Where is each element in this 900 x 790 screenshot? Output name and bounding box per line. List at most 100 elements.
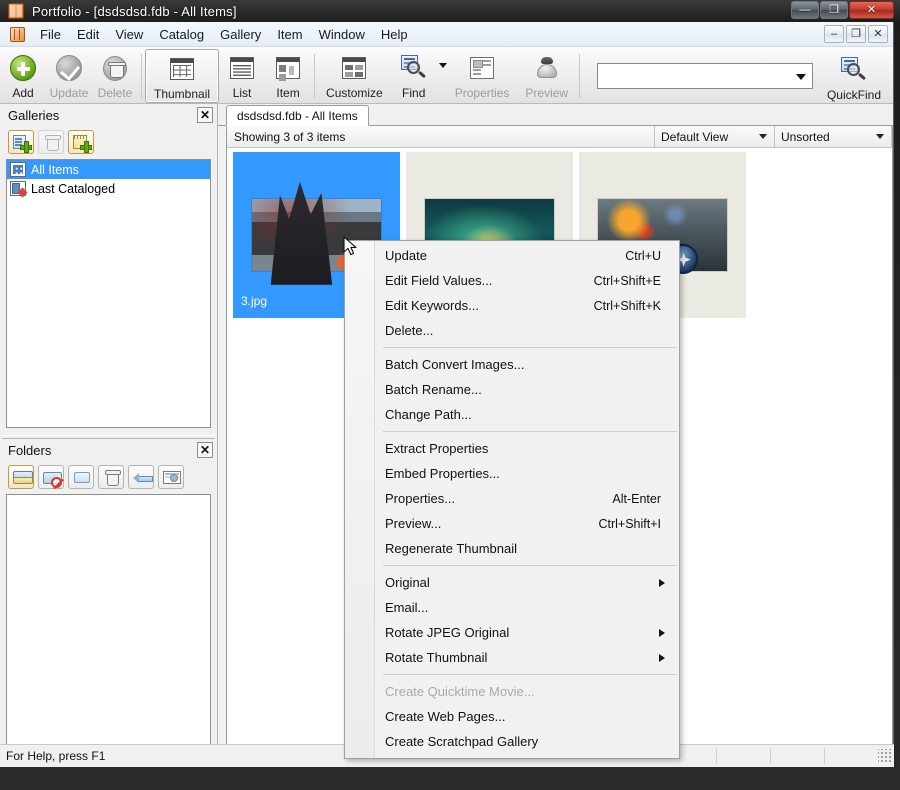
new-gallery-button[interactable]: [8, 130, 34, 154]
toolbar-find-button[interactable]: Find: [391, 49, 437, 103]
folders-panel: Folders ✕: [0, 439, 217, 767]
galleries-panel-close-button[interactable]: ✕: [197, 107, 213, 123]
add-watched-folder-button[interactable]: [8, 465, 34, 489]
context-menu-item-shortcut: Alt-Enter: [612, 491, 661, 506]
context-menu-item[interactable]: Create Scratchpad Gallery: [345, 729, 679, 754]
context-menu-item-label: Batch Rename...: [385, 382, 482, 397]
menu-window[interactable]: Window: [311, 24, 373, 45]
toolbar-delete-button[interactable]: Delete: [92, 49, 138, 103]
item-view-icon: [273, 53, 303, 83]
move-folder-button[interactable]: [128, 465, 154, 489]
toolbar-preview-button[interactable]: Preview: [517, 49, 576, 103]
delete-folder-button[interactable]: [98, 465, 124, 489]
menu-view[interactable]: View: [107, 24, 151, 45]
context-menu-item[interactable]: Extract Properties: [345, 436, 679, 461]
item-context-menu[interactable]: Update Ctrl+U Edit Field Values... Ctrl+Shi…: [344, 240, 680, 759]
toolbar-properties-button[interactable]: Properties: [447, 49, 518, 103]
thumbnail-label-1: 3.jpg: [241, 294, 268, 308]
find-dropdown-caret-icon[interactable]: [438, 63, 447, 68]
view-select[interactable]: Default View: [654, 126, 774, 147]
os-close-button[interactable]: ✕: [849, 1, 894, 19]
delete-gallery-button[interactable]: [38, 130, 64, 154]
galleries-list[interactable]: All Items Last Cataloged: [6, 159, 211, 428]
toolbar-properties-label: Properties: [454, 86, 510, 100]
mdi-window-buttons: – ❐ ✕: [824, 25, 888, 43]
context-menu-item[interactable]: Regenerate Thumbnail: [345, 536, 679, 561]
context-menu-separator: [383, 347, 677, 348]
context-menu-item[interactable]: Edit Keywords... Ctrl+Shift+K: [345, 293, 679, 318]
toolbar-update-label: Update: [49, 86, 89, 100]
mdi-minimize-button[interactable]: –: [824, 25, 844, 43]
folders-panel-close-button[interactable]: ✕: [197, 442, 213, 458]
toolbar-delete-label: Delete: [97, 86, 133, 100]
open-folder-button[interactable]: [68, 465, 94, 489]
portfolio-app-icon: [8, 3, 24, 19]
toolbar-list-button[interactable]: List: [219, 49, 265, 103]
menu-edit[interactable]: Edit: [69, 24, 107, 45]
sort-select[interactable]: Unsorted: [774, 126, 892, 147]
folders-panel-toolbar: [0, 461, 217, 494]
context-menu-item[interactable]: Rotate Thumbnail: [345, 645, 679, 670]
toolbar-customize-button[interactable]: Customize: [318, 49, 391, 103]
resize-grip-icon[interactable]: [878, 749, 892, 763]
quickfind-input[interactable]: [598, 64, 812, 88]
check-circle-icon: [54, 53, 84, 83]
toolbar-list-label: List: [232, 86, 252, 100]
galleries-panel-title: Galleries: [8, 107, 60, 123]
mdi-restore-button[interactable]: ❐: [846, 25, 866, 43]
menu-file[interactable]: File: [32, 24, 69, 45]
context-menu-item[interactable]: Batch Rename...: [345, 377, 679, 402]
context-menu-item[interactable]: Create Web Pages...: [345, 704, 679, 729]
tab-catalog-all-items[interactable]: dsdsdsd.fdb - All Items: [226, 105, 369, 126]
toolbar-find-label: Find: [402, 86, 426, 100]
context-menu-separator: [383, 674, 677, 675]
add-circle-icon: [8, 53, 38, 83]
toolbar-item-button[interactable]: Item: [265, 49, 311, 103]
folders-panel-title: Folders: [8, 442, 52, 458]
properties-icon: [467, 53, 497, 83]
context-menu-item[interactable]: Preview... Ctrl+Shift+I: [345, 511, 679, 536]
context-menu-item[interactable]: Delete...: [345, 318, 679, 343]
new-gallery-folder-button[interactable]: [68, 130, 94, 154]
toolbar-thumbnail-label: Thumbnail: [154, 87, 211, 101]
context-menu-item[interactable]: Original: [345, 570, 679, 595]
context-menu-item[interactable]: Edit Field Values... Ctrl+Shift+E: [345, 268, 679, 293]
folder-options-button[interactable]: [158, 465, 184, 489]
context-menu-item[interactable]: Rotate JPEG Original: [345, 620, 679, 645]
context-menu-item-label: Create Scratchpad Gallery: [385, 734, 539, 749]
menu-help[interactable]: Help: [373, 24, 416, 45]
mdi-close-button[interactable]: ✕: [868, 25, 888, 43]
menu-catalog[interactable]: Catalog: [151, 24, 212, 45]
view-select-value: Default View: [661, 129, 729, 144]
gallery-item-last-cataloged[interactable]: Last Cataloged: [7, 179, 210, 198]
folders-list[interactable]: [6, 494, 211, 761]
last-cataloged-icon: [10, 181, 26, 196]
context-menu-item-label: Update: [385, 248, 427, 263]
window-title: Portfolio - [dsdsdsd.fdb - All Items]: [32, 3, 237, 19]
main-toolbar: Add Update Delete Thumbnail List Item Cu…: [0, 47, 893, 104]
menu-gallery[interactable]: Gallery: [212, 24, 269, 45]
context-menu-item-shortcut: Ctrl+U: [625, 248, 661, 263]
context-menu-item[interactable]: Change Path...: [345, 402, 679, 427]
context-menu-item-label: Rotate Thumbnail: [385, 650, 488, 665]
context-menu-item[interactable]: Batch Convert Images...: [345, 352, 679, 377]
quickfind-combo[interactable]: [597, 63, 813, 89]
toolbar-add-button[interactable]: Add: [0, 49, 46, 103]
context-menu-item-label: Preview...: [385, 516, 442, 531]
sidebar-splitter[interactable]: [0, 434, 217, 439]
os-maximize-button[interactable]: ❐: [820, 1, 848, 19]
toolbar-update-button[interactable]: Update: [46, 49, 92, 103]
context-menu-item[interactable]: Update Ctrl+U: [345, 243, 679, 268]
context-menu-item-label: Regenerate Thumbnail: [385, 541, 518, 556]
toolbar-thumbnail-button[interactable]: Thumbnail: [145, 49, 220, 103]
chevron-down-icon[interactable]: [795, 74, 806, 80]
toolbar-quickfind-button[interactable]: QuickFind: [819, 51, 889, 102]
gallery-item-all-items[interactable]: All Items: [7, 160, 210, 179]
galleries-panel-toolbar: [0, 126, 217, 159]
os-minimize-button[interactable]: —: [791, 1, 819, 19]
context-menu-item[interactable]: Embed Properties...: [345, 461, 679, 486]
stop-watching-folder-button[interactable]: [38, 465, 64, 489]
menu-item[interactable]: Item: [269, 24, 310, 45]
context-menu-item[interactable]: Properties... Alt-Enter: [345, 486, 679, 511]
context-menu-item[interactable]: Email...: [345, 595, 679, 620]
